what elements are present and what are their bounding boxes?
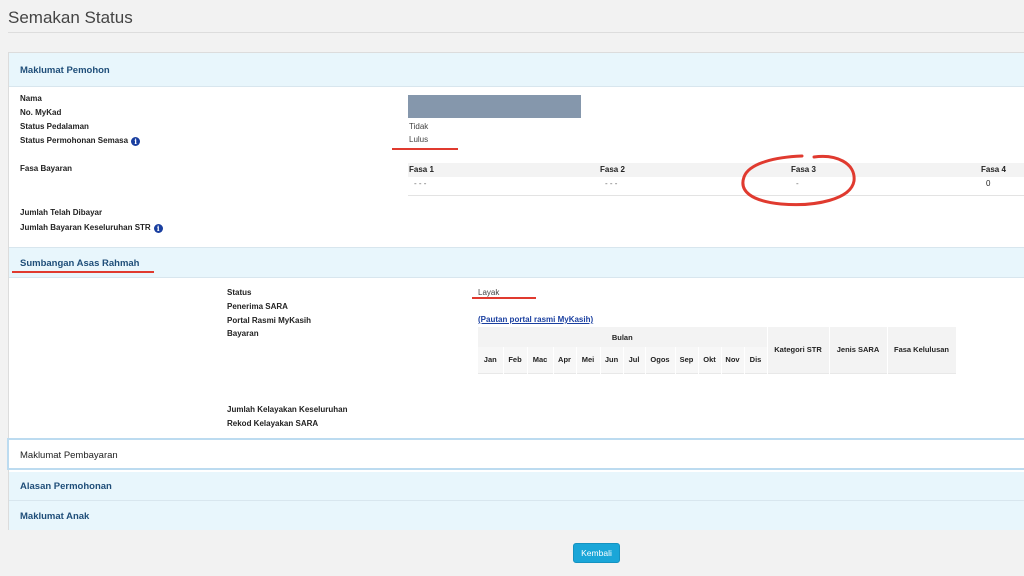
header-jenis-sara: Jenis SARA	[829, 327, 888, 373]
month-jan: Jan	[478, 347, 504, 373]
value-pedalaman: Tidak	[409, 122, 429, 131]
value-status-semasa: Lulus	[409, 135, 429, 144]
label-penerima-sara: Penerima SARA	[227, 302, 288, 311]
fasa-value-2: - - -	[605, 179, 618, 188]
month-nov: Nov	[721, 347, 745, 373]
bulan-header: Bulan	[478, 327, 768, 347]
label-portal-mykasih: Portal Rasmi MyKasih	[227, 316, 312, 325]
label-jumlah-keseluruhan-text: Jumlah Bayaran Keseluruhan STR	[20, 223, 151, 232]
month-dis: Dis	[744, 347, 768, 373]
title-divider	[8, 32, 1024, 33]
month-jun: Jun	[600, 347, 624, 373]
fasa-value-4: 0	[986, 179, 991, 188]
section-title-alasan: Alasan Permohonan	[20, 481, 112, 492]
fasa-row-divider	[408, 195, 1024, 196]
label-nama: Nama	[20, 94, 42, 103]
header-fasa-kelulusan: Fasa Kelulusan	[887, 327, 957, 373]
label-status-semasa: Status Permohonan Semasa i	[20, 136, 141, 146]
fasa-header-4: Fasa 4	[981, 165, 1006, 174]
month-jul: Jul	[623, 347, 646, 373]
section-header-pembayaran[interactable]: Maklumat Pembayaran	[7, 438, 1024, 470]
section-title-anak: Maklumat Anak	[20, 511, 90, 522]
label-status-semasa-text: Status Permohonan Semasa	[20, 136, 129, 145]
label-mykad: No. MyKad	[20, 108, 62, 117]
annotation-underline-layak	[472, 297, 536, 299]
section-header-alasan[interactable]: Alasan Permohonan	[9, 472, 1024, 501]
section-header-sara[interactable]: Sumbangan Asas Rahmah	[9, 247, 1024, 278]
month-sep: Sep	[675, 347, 699, 373]
fasa-header-row	[408, 163, 1024, 177]
header-kategori-str: Kategori STR	[767, 327, 830, 373]
label-sara-status: Status	[227, 288, 252, 297]
section-title-pemohon: Maklumat Pemohon	[20, 65, 110, 76]
bayaran-table: Bulan Kategori STR Jenis SARA Fasa Kelul…	[478, 327, 957, 387]
info-icon[interactable]: i	[131, 137, 141, 146]
month-apr: Apr	[553, 347, 577, 373]
label-jumlah-kelayakan: Jumlah Kelayakan Keseluruhan	[227, 405, 348, 414]
value-sara-status: Layak	[478, 288, 500, 297]
section-header-pemohon[interactable]: Maklumat Pemohon	[9, 53, 1024, 87]
section-title-pembayaran: Maklumat Pembayaran	[20, 450, 118, 461]
label-jumlah-keseluruhan: Jumlah Bayaran Keseluruhan STR i	[20, 223, 163, 233]
link-portal-mykasih[interactable]: (Pautan portal rasmi MyKasih)	[478, 315, 593, 324]
label-pedalaman: Status Pedalaman	[20, 122, 89, 131]
annotation-underline-lulus	[392, 148, 458, 150]
fasa-header-1: Fasa 1	[409, 165, 434, 174]
month-mei: Mei	[576, 347, 601, 373]
label-bayaran: Bayaran	[227, 329, 259, 338]
label-jumlah-dibayar: Jumlah Telah Dibayar	[20, 208, 103, 217]
annotation-circle-fasa-3	[741, 154, 856, 207]
fasa-value-1: - - -	[414, 179, 427, 188]
main-panel: Maklumat Pemohon Nama No. MyKad Status P…	[7, 52, 1024, 530]
kembali-button[interactable]: Kembali	[573, 543, 620, 563]
section-title-sara: Sumbangan Asas Rahmah	[20, 258, 140, 269]
month-mac: Mac	[527, 347, 554, 373]
annotation-underline-sara	[12, 271, 154, 273]
fasa-header-2: Fasa 2	[600, 165, 625, 174]
month-feb: Feb	[503, 347, 528, 373]
info-icon[interactable]: i	[153, 224, 163, 233]
redacted-name-mykad	[408, 95, 581, 118]
label-rekod-kelayakan: Rekod Kelayakan SARA	[227, 419, 319, 428]
month-ogos: Ogos	[645, 347, 676, 373]
section-header-anak[interactable]: Maklumat Anak	[9, 501, 1024, 530]
bayaran-empty-row	[478, 372, 956, 387]
month-okt: Okt	[698, 347, 722, 373]
page-title: Semakan Status	[8, 8, 133, 27]
label-fasa-bayaran: Fasa Bayaran	[20, 164, 73, 173]
